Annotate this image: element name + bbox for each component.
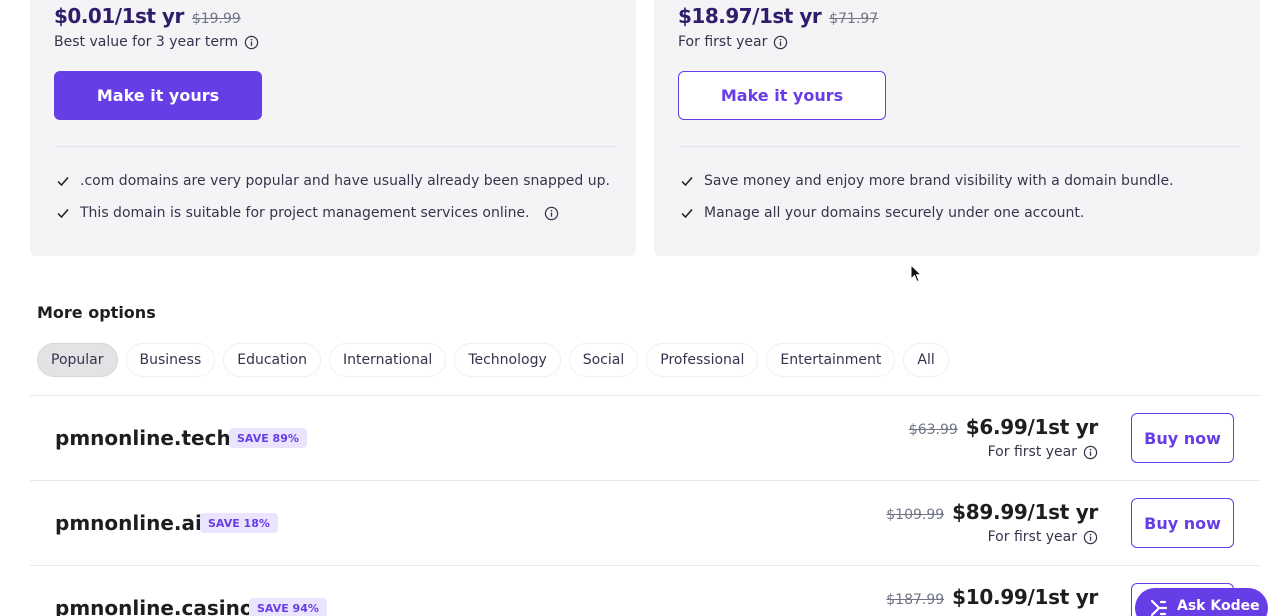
tab-technology[interactable]: Technology (454, 343, 561, 377)
buy-now-button[interactable]: Buy now (1131, 413, 1234, 463)
ask-kodee-label: Ask Kodee (1177, 598, 1260, 614)
check-icon (57, 177, 69, 187)
plan-old-price: $71.97 (829, 11, 879, 27)
save-badge: SAVE 94% (249, 598, 327, 616)
feature-item: This domain is suitable for project mana… (56, 205, 559, 221)
domain-price-note: For first year (988, 529, 1098, 545)
kodee-icon (1150, 599, 1168, 616)
check-icon (681, 209, 693, 219)
tab-social[interactable]: Social (568, 343, 639, 377)
save-badge: SAVE 89% (229, 428, 307, 448)
more-options-title: More options (37, 303, 156, 322)
plan-price: $0.01/1st yr (54, 4, 184, 28)
make-it-yours-button[interactable]: Make it yours (678, 71, 886, 120)
tab-professional[interactable]: Professional (646, 343, 759, 377)
domain-note-text: For first year (987, 529, 1077, 545)
domain-current-price: $10.99/1st yr (952, 585, 1098, 609)
domain-current-price: $6.99/1st yr (965, 415, 1099, 439)
tab-business[interactable]: Business (125, 343, 216, 377)
tab-all[interactable]: All (903, 343, 949, 377)
make-it-yours-button[interactable]: Make it yours (54, 71, 262, 120)
feature-item: .com domains are very popular and have u… (56, 173, 610, 189)
divider (678, 146, 1240, 147)
plan-price-line: $18.97/1st yr $71.97 (678, 4, 878, 28)
domain-price-note: For first year (988, 444, 1098, 460)
plan-price-line: $0.01/1st yr $19.99 (54, 4, 241, 28)
feature-text: .com domains are very popular and have u… (80, 173, 610, 189)
domain-row: pmnonline.ai SAVE 18% $109.99 $89.99/1st… (30, 481, 1260, 566)
tab-international[interactable]: International (328, 343, 447, 377)
domain-old-price: $63.99 (908, 422, 958, 438)
domain-name: pmnonline.ai (55, 511, 202, 535)
plan-term-note: For first year (678, 34, 788, 50)
feature-text: This domain is suitable for project mana… (80, 205, 530, 221)
info-icon[interactable] (773, 35, 788, 50)
info-icon[interactable] (1083, 530, 1098, 545)
domain-row: pmnonline.tech SAVE 89% $63.99 $6.99/1st… (30, 396, 1260, 481)
feature-text: Manage all your domains securely under o… (704, 205, 1085, 221)
save-badge: SAVE 18% (200, 513, 278, 533)
feature-text: Save money and enjoy more brand visibili… (704, 173, 1174, 189)
domain-row: pmnonline.casino SAVE 94% $187.99 $10.99… (30, 566, 1260, 616)
plan-card-bundle: $18.97/1st yr $71.97 For first year Make… (654, 0, 1260, 256)
info-icon[interactable] (244, 35, 259, 50)
tab-entertainment[interactable]: Entertainment (766, 343, 896, 377)
domain-old-price: $187.99 (886, 592, 945, 608)
domain-price: $187.99 $10.99/1st yr (886, 585, 1098, 609)
plan-term-text: Best value for 3 year term (54, 34, 239, 50)
tab-education[interactable]: Education (223, 343, 321, 377)
plan-card-com: $0.01/1st yr $19.99 Best value for 3 yea… (30, 0, 636, 256)
info-icon[interactable] (1083, 445, 1098, 460)
domain-old-price: $109.99 (886, 507, 945, 523)
divider (54, 146, 616, 147)
check-icon (681, 177, 693, 187)
domain-price: $63.99 $6.99/1st yr (908, 415, 1099, 439)
plan-term-text: For first year (678, 34, 768, 50)
domain-current-price: $89.99/1st yr (952, 500, 1098, 524)
plan-price: $18.97/1st yr (678, 4, 822, 28)
feature-item: Manage all your domains securely under o… (680, 205, 1084, 221)
info-icon[interactable] (544, 206, 559, 221)
tab-popular[interactable]: Popular (37, 343, 118, 377)
ask-kodee-button[interactable]: Ask Kodee (1135, 588, 1268, 616)
mouse-cursor-icon (910, 264, 922, 283)
plan-old-price: $19.99 (191, 11, 241, 27)
feature-item: Save money and enjoy more brand visibili… (680, 173, 1174, 189)
plan-term-note: Best value for 3 year term (54, 34, 259, 50)
domain-name: pmnonline.casino (55, 596, 254, 616)
category-tabs: Popular Business Education International… (37, 343, 949, 377)
domain-note-text: For first year (987, 444, 1077, 460)
domain-name: pmnonline.tech (55, 426, 231, 450)
domain-price: $109.99 $89.99/1st yr (886, 500, 1098, 524)
buy-now-button[interactable]: Buy now (1131, 498, 1234, 548)
check-icon (57, 209, 69, 219)
